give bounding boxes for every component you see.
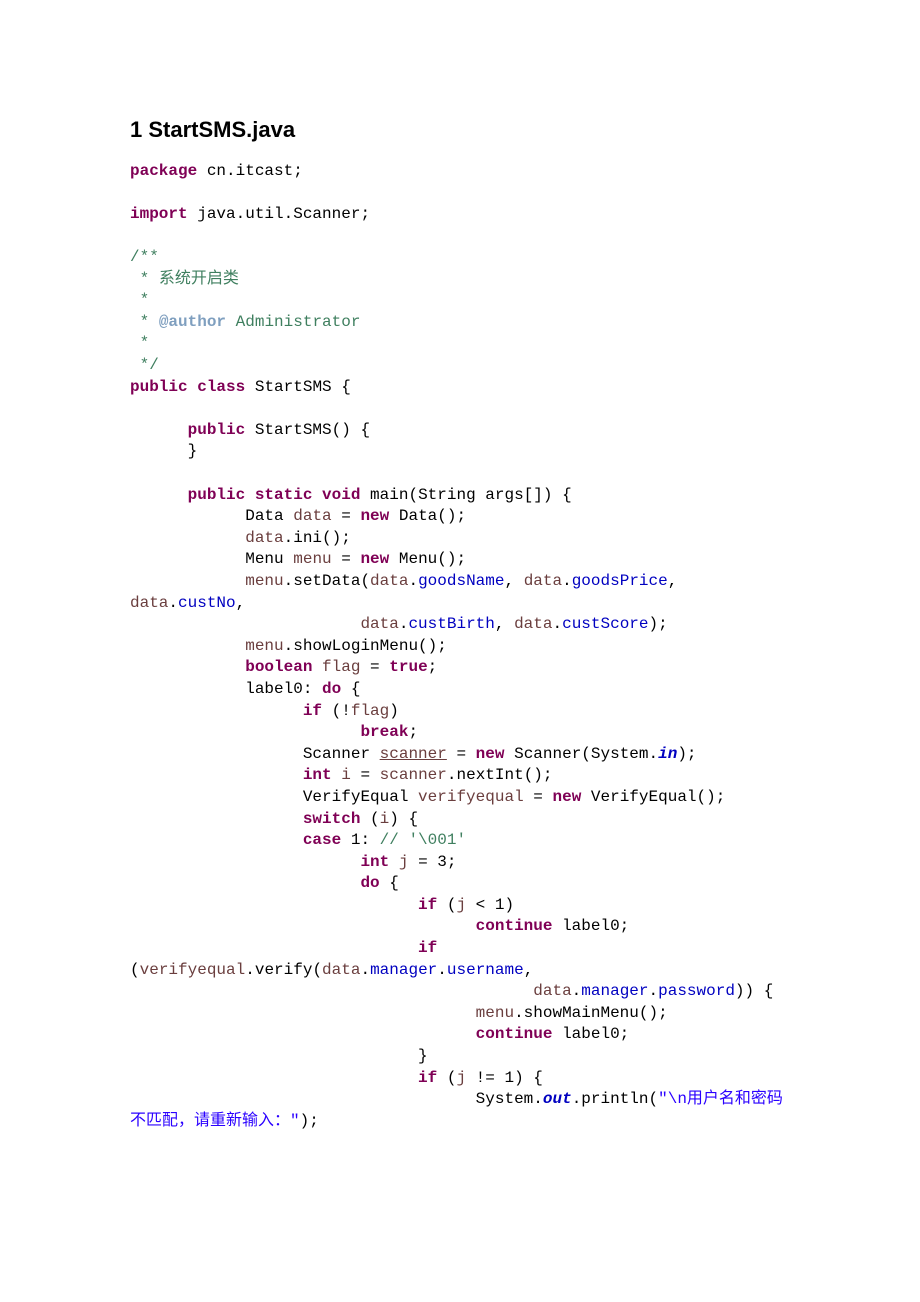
section-heading: 1 StartSMS.java: [130, 115, 790, 145]
code-block: package cn.itcast; import java.util.Scan…: [130, 161, 790, 1133]
